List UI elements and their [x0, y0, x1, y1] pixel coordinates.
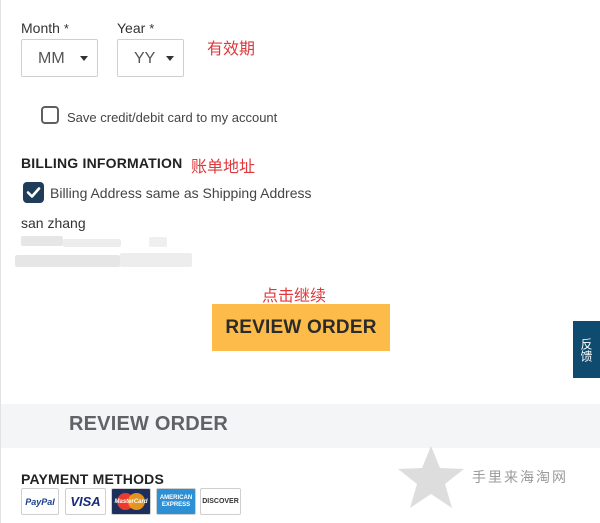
month-field-label: Month *: [21, 20, 69, 36]
blurred-address: [120, 253, 192, 267]
review-order-title: REVIEW ORDER: [69, 413, 229, 435]
visa-logo: VISA: [65, 488, 106, 515]
chevron-down-icon: [166, 56, 174, 61]
discover-logo-text: DISCOVER: [202, 498, 239, 505]
month-label-text: Month: [21, 20, 60, 36]
billing-name: san zhang: [21, 215, 86, 231]
blurred-address: [21, 236, 63, 246]
year-field-label: Year *: [117, 20, 154, 36]
expiry-month-select[interactable]: MM: [21, 39, 98, 77]
expiry-annotation: 有效期: [207, 39, 256, 58]
same-as-shipping-checkbox[interactable]: [23, 182, 44, 203]
billing-heading: BILLING INFORMATION: [21, 155, 183, 171]
checkmark-icon: [26, 187, 41, 198]
discover-logo: DISCOVER: [200, 488, 241, 515]
save-card-checkbox[interactable]: [41, 106, 59, 124]
blurred-address: [149, 237, 167, 247]
continue-annotation: 点击继续: [262, 286, 327, 305]
required-asterisk: *: [149, 21, 155, 36]
blurred-address: [15, 255, 120, 267]
expiry-year-value: YY: [134, 50, 156, 67]
watermark-star-icon: [398, 446, 464, 508]
expiry-year-select[interactable]: YY: [117, 39, 184, 77]
feedback-tab[interactable]: 反馈: [573, 321, 600, 378]
payment-methods-heading: PAYMENT METHODS: [21, 471, 165, 487]
amex-logo: AMERICAN EXPRESS: [156, 488, 196, 515]
mastercard-logo-text: MasterCard: [114, 498, 148, 505]
required-asterisk: *: [63, 21, 69, 36]
billing-annotation: 账单地址: [191, 157, 256, 176]
amex-logo-text: AMERICAN EXPRESS: [159, 494, 193, 508]
review-order-button[interactable]: REVIEW ORDER: [212, 304, 390, 351]
blurred-address: [63, 239, 121, 247]
chevron-down-icon: [80, 56, 88, 61]
paypal-logo-text: PayPal: [25, 496, 55, 507]
watermark-text: 手里来海淘网: [472, 470, 568, 486]
paypal-logo: PayPal: [21, 488, 59, 515]
visa-logo-text: VISA: [70, 494, 101, 509]
save-card-label[interactable]: Save credit/debit card to my account: [67, 110, 277, 125]
year-label-text: Year: [117, 20, 146, 36]
same-as-shipping-label[interactable]: Billing Address same as Shipping Address: [50, 185, 311, 201]
expiry-month-value: MM: [38, 50, 65, 67]
mastercard-logo: MasterCard: [111, 488, 151, 515]
